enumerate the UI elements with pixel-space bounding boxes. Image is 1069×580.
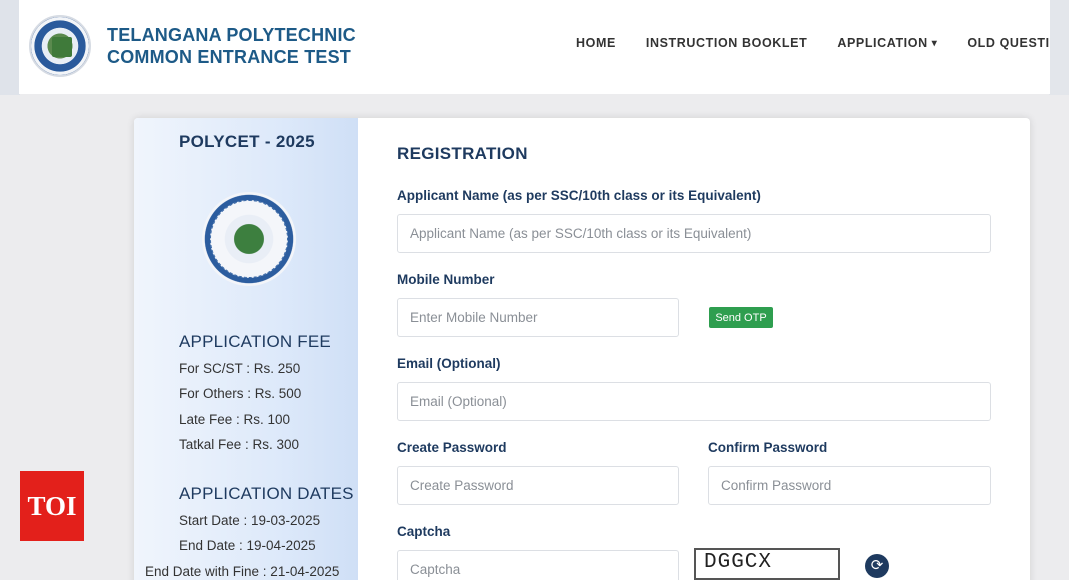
logo-icon[interactable]: [29, 15, 91, 77]
registration-card: POLYCET - 2025 APPLICATION FEE For SC/ST…: [134, 118, 1030, 580]
nav-home[interactable]: HOME: [576, 36, 616, 50]
captcha-image: DGGCX: [694, 548, 840, 580]
nav-application[interactable]: APPLICATION ▾: [837, 36, 937, 50]
site-brand[interactable]: TELANGANA POLYTECHNIC COMMON ENTRANCE TE…: [107, 24, 356, 68]
mobile-input[interactable]: [397, 298, 679, 337]
toi-badge: TOI: [20, 471, 84, 541]
info-sidebar: POLYCET - 2025 APPLICATION FEE For SC/ST…: [134, 118, 358, 580]
site-header: TELANGANA POLYTECHNIC COMMON ENTRANCE TE…: [19, 0, 1050, 94]
captcha-input[interactable]: [397, 550, 679, 580]
fee-item: For SC/ST : Rs. 250: [179, 361, 301, 376]
backdrop-right: [1049, 0, 1069, 95]
applicant-label: Applicant Name (as per SSC/10th class or…: [397, 188, 761, 203]
fee-item: For Others : Rs. 500: [179, 386, 302, 401]
nav-instruction-booklet[interactable]: INSTRUCTION BOOKLET: [646, 36, 807, 50]
date-item: End Date : 19-04-2025: [179, 538, 316, 553]
send-otp-button[interactable]: Send OTP: [709, 307, 773, 328]
backdrop-left: [0, 0, 20, 95]
brand-line-2: COMMON ENTRANCE TEST: [107, 47, 351, 67]
seal-icon: [202, 192, 296, 286]
password-label: Create Password: [397, 440, 507, 455]
exam-title: POLYCET - 2025: [179, 132, 315, 151]
email-label: Email (Optional): [397, 356, 501, 371]
fee-heading: APPLICATION FEE: [179, 332, 331, 351]
fee-item: Late Fee : Rs. 100: [179, 412, 291, 427]
main-nav: HOME INSTRUCTION BOOKLET APPLICATION ▾ OL…: [576, 36, 1050, 50]
email-input[interactable]: [397, 382, 991, 421]
brand-line-1: TELANGANA POLYTECHNIC: [107, 25, 356, 45]
fee-item: Tatkal Fee : Rs. 300: [179, 437, 300, 452]
nav-old-questions[interactable]: OLD QUESTI: [967, 36, 1049, 50]
date-item: End Date with Fine : 21-04-2025: [145, 564, 340, 579]
password-input[interactable]: [397, 466, 679, 505]
form-title: REGISTRATION: [397, 144, 528, 163]
confirm-password-input[interactable]: [708, 466, 991, 505]
applicant-name-input[interactable]: [397, 214, 991, 253]
chevron-down-icon: ▾: [931, 37, 938, 49]
refresh-icon[interactable]: ⟳: [865, 554, 889, 578]
captcha-label: Captcha: [397, 524, 451, 539]
confirm-password-label: Confirm Password: [708, 440, 828, 455]
dates-heading: APPLICATION DATES: [179, 484, 354, 503]
mobile-label: Mobile Number: [397, 272, 495, 287]
date-item: Start Date : 19-03-2025: [179, 513, 321, 528]
